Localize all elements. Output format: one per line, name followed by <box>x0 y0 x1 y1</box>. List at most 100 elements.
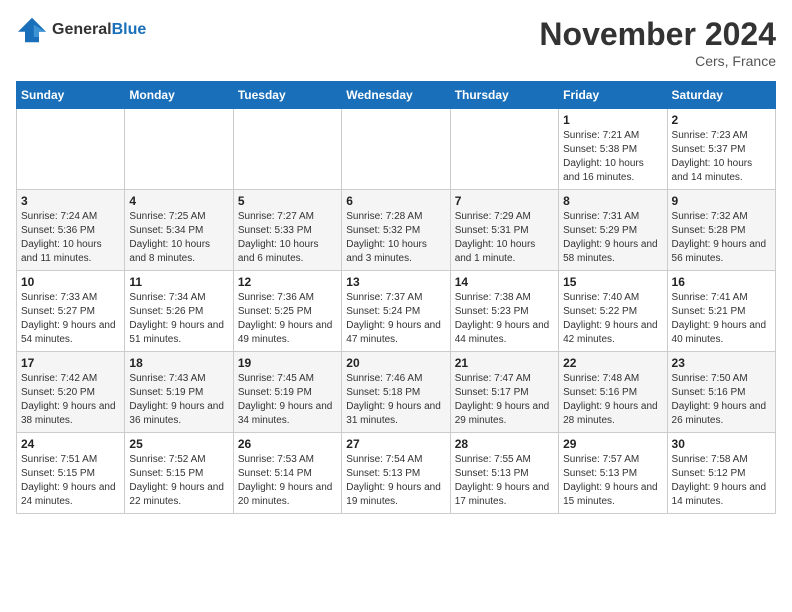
calendar-day-cell: 29 Sunrise: 7:57 AM Sunset: 5:13 PM Dayli… <box>559 433 667 514</box>
calendar-day-cell: 17Sunrise: 7:42 AM Sunset: 5:20 PM Dayli… <box>17 352 125 433</box>
day-number: 18 <box>129 356 228 370</box>
weekday-header-cell: Saturday <box>667 82 775 109</box>
calendar-day-cell: 13 Sunrise: 7:37 AM Sunset: 5:24 PM Dayli… <box>342 271 450 352</box>
day-number: 20 <box>346 356 445 370</box>
calendar-day-cell <box>342 109 450 190</box>
calendar-day-cell: 16 Sunrise: 7:41 AM Sunset: 5:21 PM Dayli… <box>667 271 775 352</box>
day-number: 10 <box>21 275 120 289</box>
calendar-day-cell: 28 Sunrise: 7:55 AM Sunset: 5:13 PM Dayli… <box>450 433 558 514</box>
day-number: 8 <box>563 194 662 208</box>
day-number: 13 <box>346 275 445 289</box>
day-info: Sunrise: 7:55 AM Sunset: 5:13 PM Dayligh… <box>455 453 554 509</box>
calendar-day-cell: 15 Sunrise: 7:40 AM Sunset: 5:22 PM Dayli… <box>559 271 667 352</box>
day-number: 4 <box>129 194 228 208</box>
day-info: Sunrise: 7:53 AM Sunset: 5:14 PM Dayligh… <box>238 453 337 509</box>
calendar-day-cell: 30 Sunrise: 7:58 AM Sunset: 5:12 PM Dayli… <box>667 433 775 514</box>
calendar-day-cell <box>17 109 125 190</box>
day-number: 28 <box>455 437 554 451</box>
day-info: Sunrise: 7:57 AM Sunset: 5:13 PM Dayligh… <box>563 453 662 509</box>
calendar-day-cell: 18 Sunrise: 7:43 AM Sunset: 5:19 PM Dayli… <box>125 352 233 433</box>
calendar-day-cell <box>233 109 341 190</box>
day-number: 21 <box>455 356 554 370</box>
day-info: Sunrise: 7:28 AM Sunset: 5:32 PM Dayligh… <box>346 210 445 266</box>
weekday-header-cell: Monday <box>125 82 233 109</box>
day-info: Sunrise: 7:25 AM Sunset: 5:34 PM Dayligh… <box>129 210 228 266</box>
day-info: Sunrise: 7:51 AM Sunset: 5:15 PM Dayligh… <box>21 453 120 509</box>
calendar-day-cell: 21 Sunrise: 7:47 AM Sunset: 5:17 PM Dayli… <box>450 352 558 433</box>
page-header: GeneralBlue November 2024 Cers, France <box>16 16 776 69</box>
day-number: 6 <box>346 194 445 208</box>
day-info: Sunrise: 7:33 AM Sunset: 5:27 PM Dayligh… <box>21 291 120 347</box>
day-number: 12 <box>238 275 337 289</box>
day-number: 15 <box>563 275 662 289</box>
calendar-day-cell: 4 Sunrise: 7:25 AM Sunset: 5:34 PM Daylig… <box>125 190 233 271</box>
day-number: 19 <box>238 356 337 370</box>
calendar-day-cell: 12 Sunrise: 7:36 AM Sunset: 5:25 PM Dayli… <box>233 271 341 352</box>
day-info: Sunrise: 7:47 AM Sunset: 5:17 PM Dayligh… <box>455 372 554 428</box>
day-info: Sunrise: 7:29 AM Sunset: 5:31 PM Dayligh… <box>455 210 554 266</box>
day-number: 3 <box>21 194 120 208</box>
day-number: 2 <box>672 113 771 127</box>
day-info: Sunrise: 7:48 AM Sunset: 5:16 PM Dayligh… <box>563 372 662 428</box>
day-info: Sunrise: 7:40 AM Sunset: 5:22 PM Dayligh… <box>563 291 662 347</box>
day-info: Sunrise: 7:37 AM Sunset: 5:24 PM Dayligh… <box>346 291 445 347</box>
weekday-header-cell: Sunday <box>17 82 125 109</box>
calendar-week-row: 10 Sunrise: 7:33 AM Sunset: 5:27 PM Dayli… <box>17 271 776 352</box>
weekday-header-row: SundayMondayTuesdayWednesdayThursdayFrid… <box>17 82 776 109</box>
calendar-day-cell: 9Sunrise: 7:32 AM Sunset: 5:28 PM Daylig… <box>667 190 775 271</box>
day-number: 11 <box>129 275 228 289</box>
day-info: Sunrise: 7:27 AM Sunset: 5:33 PM Dayligh… <box>238 210 337 266</box>
day-number: 27 <box>346 437 445 451</box>
calendar-day-cell: 11 Sunrise: 7:34 AM Sunset: 5:26 PM Dayli… <box>125 271 233 352</box>
calendar-day-cell <box>125 109 233 190</box>
calendar-day-cell: 24 Sunrise: 7:51 AM Sunset: 5:15 PM Dayli… <box>17 433 125 514</box>
calendar-week-row: 3Sunrise: 7:24 AM Sunset: 5:36 PM Daylig… <box>17 190 776 271</box>
day-info: Sunrise: 7:21 AM Sunset: 5:38 PM Dayligh… <box>563 129 662 185</box>
weekday-header-cell: Thursday <box>450 82 558 109</box>
day-info: Sunrise: 7:46 AM Sunset: 5:18 PM Dayligh… <box>346 372 445 428</box>
logo: GeneralBlue <box>16 16 146 44</box>
calendar-day-cell: 8 Sunrise: 7:31 AM Sunset: 5:29 PM Daylig… <box>559 190 667 271</box>
day-info: Sunrise: 7:31 AM Sunset: 5:29 PM Dayligh… <box>563 210 662 266</box>
day-number: 26 <box>238 437 337 451</box>
calendar-day-cell: 3Sunrise: 7:24 AM Sunset: 5:36 PM Daylig… <box>17 190 125 271</box>
calendar-day-cell: 6 Sunrise: 7:28 AM Sunset: 5:32 PM Daylig… <box>342 190 450 271</box>
day-number: 16 <box>672 275 771 289</box>
logo-icon <box>16 16 48 44</box>
calendar-day-cell: 19Sunrise: 7:45 AM Sunset: 5:19 PM Dayli… <box>233 352 341 433</box>
day-info: Sunrise: 7:58 AM Sunset: 5:12 PM Dayligh… <box>672 453 771 509</box>
day-info: Sunrise: 7:23 AM Sunset: 5:37 PM Dayligh… <box>672 129 771 185</box>
day-number: 23 <box>672 356 771 370</box>
weekday-header-cell: Wednesday <box>342 82 450 109</box>
calendar-day-cell: 25Sunrise: 7:52 AM Sunset: 5:15 PM Dayli… <box>125 433 233 514</box>
calendar-week-row: 17Sunrise: 7:42 AM Sunset: 5:20 PM Dayli… <box>17 352 776 433</box>
calendar-week-row: 24 Sunrise: 7:51 AM Sunset: 5:15 PM Dayli… <box>17 433 776 514</box>
day-number: 24 <box>21 437 120 451</box>
calendar-day-cell: 1Sunrise: 7:21 AM Sunset: 5:38 PM Daylig… <box>559 109 667 190</box>
day-info: Sunrise: 7:54 AM Sunset: 5:13 PM Dayligh… <box>346 453 445 509</box>
day-info: Sunrise: 7:34 AM Sunset: 5:26 PM Dayligh… <box>129 291 228 347</box>
day-number: 14 <box>455 275 554 289</box>
weekday-header-cell: Friday <box>559 82 667 109</box>
calendar: SundayMondayTuesdayWednesdayThursdayFrid… <box>16 81 776 514</box>
day-info: Sunrise: 7:52 AM Sunset: 5:15 PM Dayligh… <box>129 453 228 509</box>
calendar-day-cell: 2 Sunrise: 7:23 AM Sunset: 5:37 PM Daylig… <box>667 109 775 190</box>
day-number: 17 <box>21 356 120 370</box>
calendar-body: 1Sunrise: 7:21 AM Sunset: 5:38 PM Daylig… <box>17 109 776 514</box>
calendar-day-cell: 7Sunrise: 7:29 AM Sunset: 5:31 PM Daylig… <box>450 190 558 271</box>
day-info: Sunrise: 7:50 AM Sunset: 5:16 PM Dayligh… <box>672 372 771 428</box>
month-title: November 2024 <box>539 16 776 53</box>
weekday-header-cell: Tuesday <box>233 82 341 109</box>
day-info: Sunrise: 7:38 AM Sunset: 5:23 PM Dayligh… <box>455 291 554 347</box>
calendar-day-cell: 10 Sunrise: 7:33 AM Sunset: 5:27 PM Dayli… <box>17 271 125 352</box>
day-number: 30 <box>672 437 771 451</box>
calendar-week-row: 1Sunrise: 7:21 AM Sunset: 5:38 PM Daylig… <box>17 109 776 190</box>
day-info: Sunrise: 7:41 AM Sunset: 5:21 PM Dayligh… <box>672 291 771 347</box>
day-number: 29 <box>563 437 662 451</box>
day-info: Sunrise: 7:36 AM Sunset: 5:25 PM Dayligh… <box>238 291 337 347</box>
calendar-day-cell: 23 Sunrise: 7:50 AM Sunset: 5:16 PM Dayli… <box>667 352 775 433</box>
calendar-day-cell: 27 Sunrise: 7:54 AM Sunset: 5:13 PM Dayli… <box>342 433 450 514</box>
day-info: Sunrise: 7:43 AM Sunset: 5:19 PM Dayligh… <box>129 372 228 428</box>
calendar-day-cell: 5Sunrise: 7:27 AM Sunset: 5:33 PM Daylig… <box>233 190 341 271</box>
calendar-day-cell: 22Sunrise: 7:48 AM Sunset: 5:16 PM Dayli… <box>559 352 667 433</box>
